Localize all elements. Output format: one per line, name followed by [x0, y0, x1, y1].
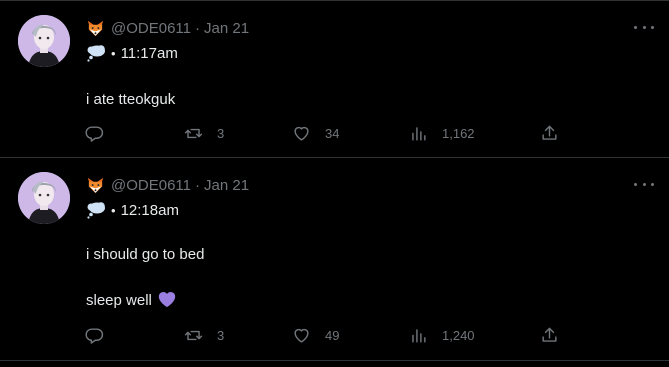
share-button[interactable] — [540, 324, 559, 346]
user-handle[interactable]: @ODE0611 — [111, 177, 191, 194]
share-icon — [540, 124, 559, 143]
avatar[interactable] — [18, 172, 70, 224]
header-separator: · — [195, 176, 200, 194]
share-icon — [540, 326, 559, 345]
fox-emoji-icon — [86, 19, 105, 38]
tweet[interactable]: @ODE0611 · Jan 21 • 12:18am i should go … — [0, 158, 669, 361]
thought-bubble-icon — [86, 44, 106, 62]
status-line: • 11:17am — [86, 43, 178, 63]
views-chart-icon — [409, 124, 428, 143]
header-separator: · — [195, 19, 200, 37]
status-time: 11:17am — [120, 44, 178, 62]
thought-bubble-icon — [86, 201, 106, 219]
views-button[interactable]: 1,240 — [409, 324, 475, 346]
heart-icon — [292, 326, 311, 345]
tweet-text: i should go to bed — [86, 246, 205, 263]
more-horizontal-icon[interactable] — [634, 19, 654, 35]
reply-icon — [85, 326, 104, 345]
tweet-date[interactable]: Jan 21 — [204, 20, 249, 37]
status-time: 12:18am — [120, 201, 179, 219]
share-button[interactable] — [540, 122, 559, 144]
retweet-count: 3 — [217, 125, 225, 141]
avatar[interactable] — [18, 15, 70, 67]
like-count: 49 — [325, 327, 340, 343]
retweet-button[interactable]: 3 — [184, 324, 224, 346]
views-button[interactable]: 1,162 — [409, 122, 475, 144]
more-horizontal-icon[interactable] — [634, 176, 654, 192]
reply-icon — [85, 124, 104, 143]
views-chart-icon — [409, 326, 428, 345]
tweet-header: @ODE0611 · Jan 21 — [86, 175, 249, 195]
tweet-text: i ate tteokguk — [86, 91, 176, 108]
status-line: • 12:18am — [86, 200, 179, 220]
retweet-button[interactable]: 3 — [184, 122, 224, 144]
retweet-count: 3 — [217, 327, 225, 343]
tweet-date[interactable]: Jan 21 — [204, 177, 249, 194]
fox-emoji-icon — [86, 176, 105, 195]
view-count: 1,162 — [442, 125, 475, 141]
reply-button[interactable] — [85, 122, 104, 144]
tweet-text-line: sleep well — [86, 290, 177, 309]
retweet-icon — [184, 124, 203, 143]
reply-button[interactable] — [85, 324, 104, 346]
action-bar: 3 34 1,162 — [0, 122, 669, 144]
tweet-header: @ODE0611 · Jan 21 — [86, 18, 249, 38]
bullet: • — [111, 202, 116, 218]
tweet-text: sleep well — [86, 292, 152, 309]
action-bar: 3 49 1,240 — [0, 324, 669, 346]
like-button[interactable]: 49 — [292, 324, 339, 346]
like-count: 34 — [325, 125, 340, 141]
purple-heart-icon — [158, 292, 176, 308]
retweet-icon — [184, 326, 203, 345]
view-count: 1,240 — [442, 327, 475, 343]
heart-icon — [292, 124, 311, 143]
bullet: • — [111, 45, 116, 61]
user-handle[interactable]: @ODE0611 — [111, 20, 191, 37]
like-button[interactable]: 34 — [292, 122, 339, 144]
tweet[interactable]: @ODE0611 · Jan 21 • 11:17am i ate tteokg… — [0, 0, 669, 158]
